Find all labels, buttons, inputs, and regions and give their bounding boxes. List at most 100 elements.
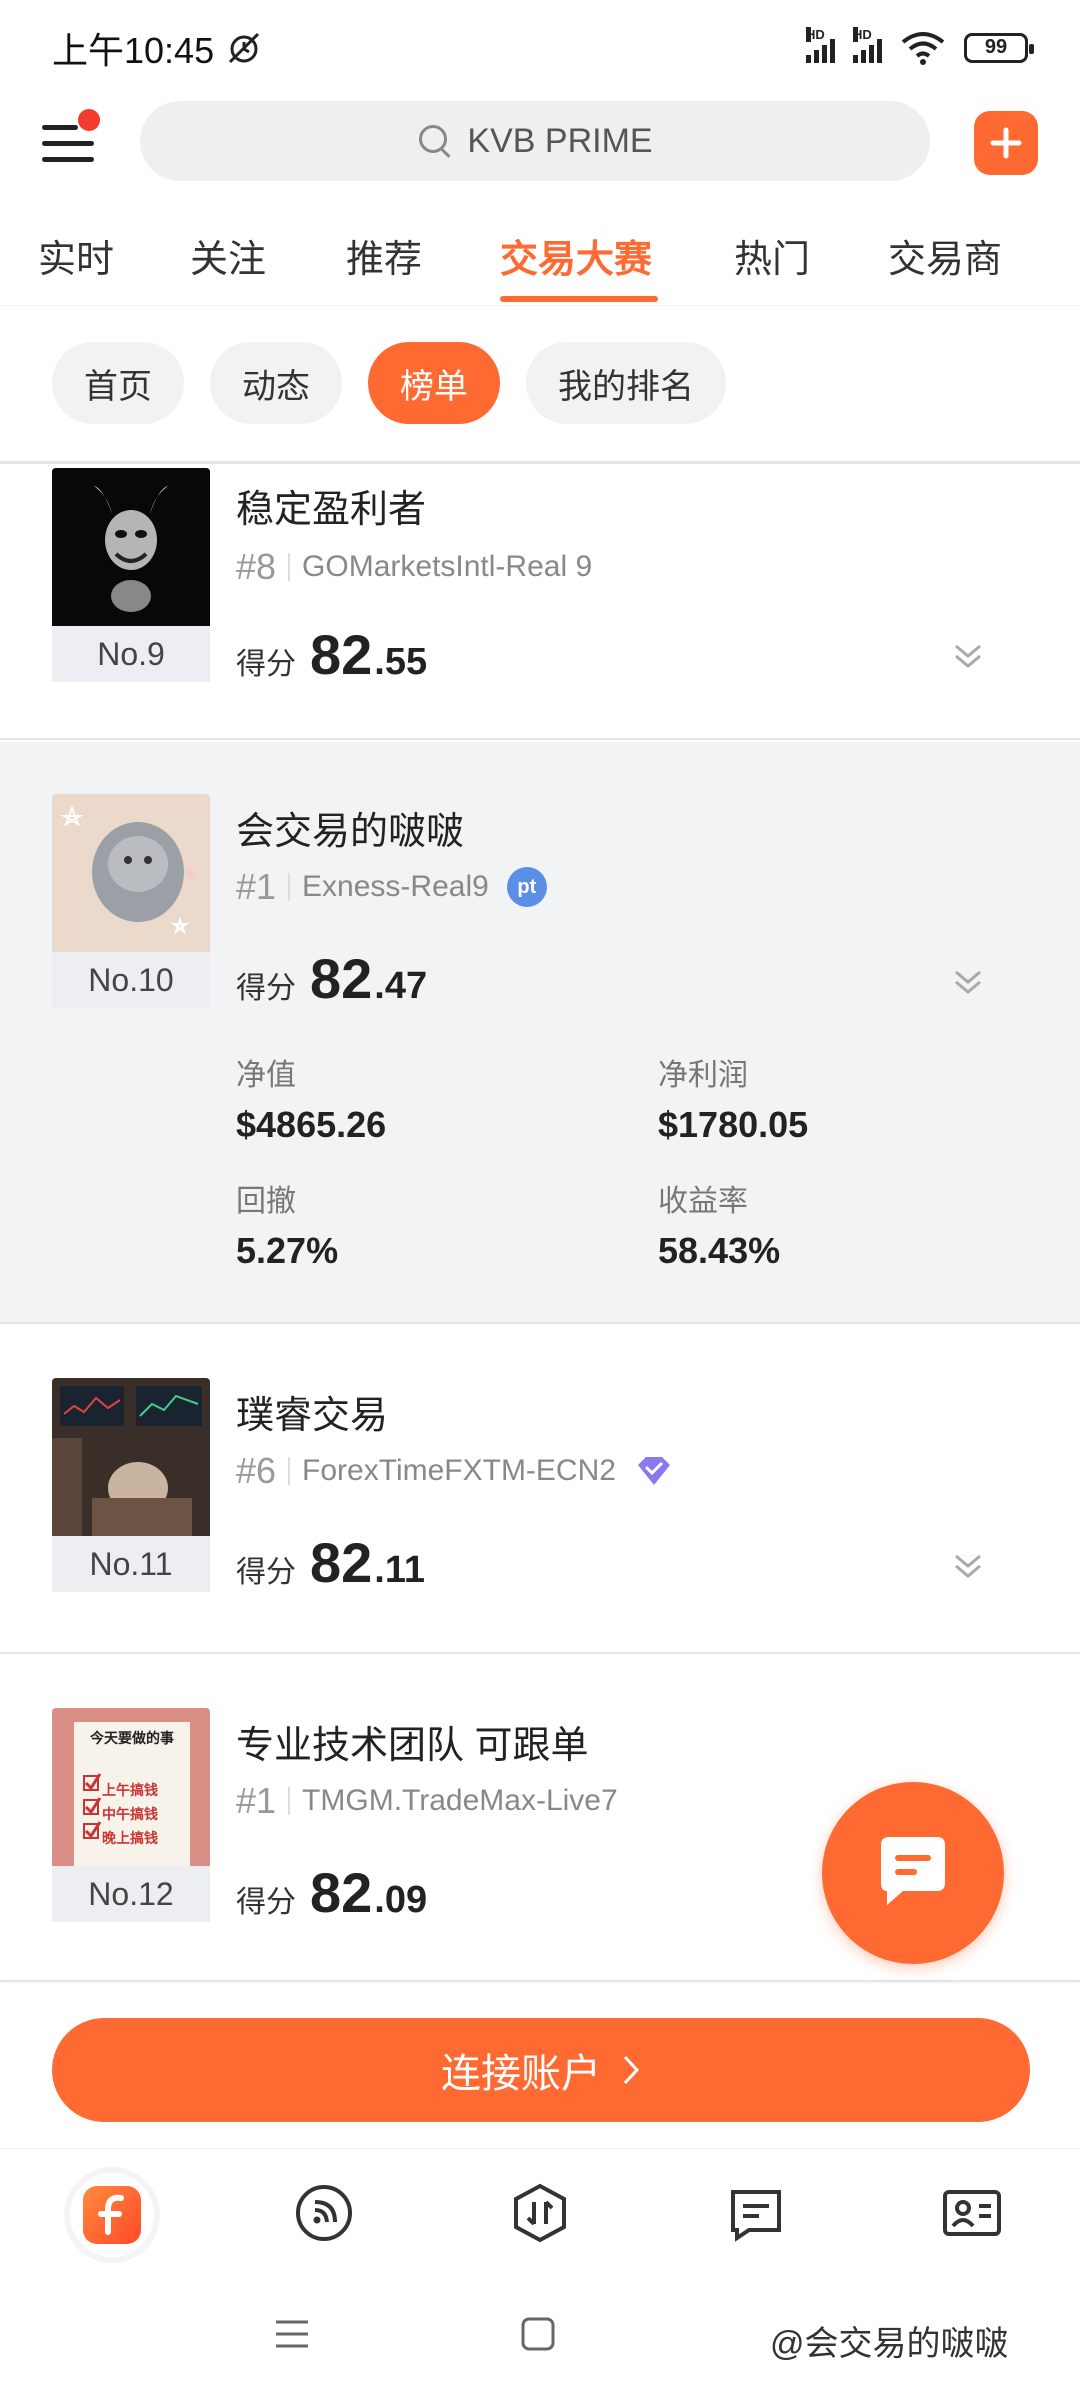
plus-icon (990, 127, 1022, 159)
verified-diamond-icon (637, 1457, 670, 1485)
signal-icon: HD (806, 26, 835, 63)
active-tab-indicator (500, 296, 658, 302)
nav-home[interactable] (70, 2173, 154, 2257)
search-icon (417, 123, 453, 159)
trader-name: 璞睿交易 (236, 1395, 389, 1437)
battery-level: 99 (984, 36, 1008, 58)
tab-trading-contest[interactable]: 交易大赛 (500, 228, 652, 283)
stat-label: 收益率 (658, 1185, 748, 1218)
nav-trade[interactable] (504, 2177, 576, 2249)
notification-dot (78, 109, 100, 131)
home-nav-icon[interactable] (518, 2314, 558, 2354)
connect-account-button[interactable]: 连接账户 (52, 2018, 1030, 2122)
search-placeholder: KVB PRIME (467, 121, 653, 160)
trader-name: 会交易的啵啵 (236, 811, 465, 853)
top-bar: KVB PRIME (0, 95, 1080, 185)
signal-icon-2: HD (853, 26, 882, 63)
score-decimal: .11 (374, 1549, 426, 1591)
account-rank: #8 (236, 546, 277, 587)
recents-icon[interactable] (272, 2314, 312, 2354)
home-icon (83, 2186, 141, 2244)
trader-name: 专业技术团队 可跟单 (236, 1725, 589, 1767)
subtab-home[interactable]: 首页 (52, 342, 184, 424)
score-decimal: .09 (374, 1879, 428, 1921)
score-integer: 82 (310, 947, 373, 1010)
leaderboard-row[interactable]: No.9 稳定盈利者 #8 GOMarketsIntl-Real 9 得分 82… (0, 464, 1080, 740)
trader-meta: #1 Exness-Real9 pt (236, 866, 547, 908)
account-name: Exness-Real9 (302, 870, 489, 903)
status-time: 上午10:45 (52, 29, 215, 71)
score-label: 得分 (236, 972, 296, 1005)
account-rank: #6 (236, 1450, 277, 1491)
account-stats: 净值 $4865.26 净利润 $1780.05 回撤 5.27% 收益率 58… (236, 1050, 1016, 1300)
account-name: TMGM.TradeMax-Live7 (302, 1784, 618, 1817)
rank-label: No.10 (52, 952, 210, 1008)
main-tabs: 实时 关注 推荐 交易大赛 热门 交易商 (0, 212, 1080, 306)
nav-feed[interactable] (288, 2177, 360, 2249)
score-decimal: .47 (374, 965, 428, 1007)
score: 得分 82 .09 (236, 1860, 427, 1925)
add-button[interactable] (974, 111, 1038, 175)
rank-label: No.12 (52, 1866, 210, 1922)
sub-tabs: 首页 动态 榜单 我的排名 (52, 342, 726, 424)
subtab-my-ranking[interactable]: 我的排名 (526, 342, 726, 424)
avatar (52, 468, 210, 626)
score-integer: 82 (310, 1531, 373, 1594)
tab-brokers[interactable]: 交易商 (888, 228, 1002, 283)
chevron-right-icon (623, 2055, 640, 2085)
score-label: 得分 (236, 1556, 296, 1589)
stat-value: 5.27% (236, 1230, 339, 1271)
tab-recommend[interactable]: 推荐 (346, 228, 422, 283)
avatar (52, 794, 210, 952)
pt-badge-icon: pt (506, 867, 547, 907)
leaderboard-row-expanded[interactable]: No.10 会交易的啵啵 #1 Exness-Real9 pt 得分 82 .4… (0, 742, 1080, 1324)
stat-profit: 净利润 $1780.05 (658, 1050, 808, 1146)
avatar: 今天要做的事 上午搞钱 中午搞钱 晚上搞钱 (52, 1708, 210, 1866)
tab-follow[interactable]: 关注 (190, 228, 266, 283)
stat-label: 净利润 (658, 1059, 748, 1092)
score: 得分 82 .55 (236, 622, 427, 687)
nav-messages[interactable] (720, 2177, 792, 2249)
nav-profile[interactable] (936, 2177, 1008, 2249)
subtab-leaderboard[interactable]: 榜单 (368, 342, 500, 424)
connect-bar: 连接账户 (0, 1984, 1080, 2148)
account-name: GOMarketsIntl-Real 9 (302, 550, 593, 583)
score-decimal: .55 (374, 641, 428, 683)
feed-icon (296, 2185, 352, 2241)
bottom-nav (0, 2148, 1080, 2278)
trader-meta: #8 GOMarketsIntl-Real 9 (236, 546, 592, 588)
leaderboard-row[interactable]: No.11 璞睿交易 #6 ForexTimeFXTM-ECN2 得分 82 .… (0, 1326, 1080, 1654)
rank-label: No.11 (52, 1536, 210, 1592)
trade-icon (514, 2183, 566, 2243)
chevron-down-icon[interactable] (948, 1544, 988, 1584)
chat-icon (881, 1837, 945, 1905)
stat-return: 收益率 58.43% (658, 1176, 780, 1272)
message-icon (731, 2190, 781, 2242)
trader-meta: #6 ForexTimeFXTM-ECN2 (236, 1450, 674, 1492)
trader-meta: #1 TMGM.TradeMax-Live7 (236, 1780, 618, 1822)
score: 得分 82 .47 (236, 946, 427, 1011)
stat-equity: 净值 $4865.26 (236, 1050, 386, 1146)
profile-icon (943, 2190, 1001, 2236)
chevron-down-icon[interactable] (948, 960, 988, 1000)
subtab-activity[interactable]: 动态 (210, 342, 342, 424)
stat-value: $1780.05 (658, 1104, 809, 1145)
watermark: @会交易的啵啵 (770, 2325, 1009, 2363)
battery-icon: 99 (964, 32, 1034, 63)
chat-fab-button[interactable] (822, 1782, 1004, 1964)
score-integer: 82 (310, 1861, 373, 1924)
account-rank: #1 (236, 866, 277, 907)
connect-account-label: 连接账户 (441, 2052, 601, 2096)
trader-name: 稳定盈利者 (236, 489, 427, 531)
tab-hot[interactable]: 热门 (734, 228, 810, 283)
stat-value: 58.43% (658, 1230, 781, 1271)
alarm-off-icon (229, 32, 260, 63)
avatar (52, 1378, 210, 1536)
wifi-icon (901, 31, 945, 65)
search-input[interactable]: KVB PRIME (140, 101, 930, 181)
stat-drawdown: 回撤 5.27% (236, 1176, 338, 1272)
tab-realtime[interactable]: 实时 (38, 228, 114, 283)
chevron-down-icon[interactable] (948, 634, 988, 674)
account-name: ForexTimeFXTM-ECN2 (302, 1454, 616, 1487)
score: 得分 82 .11 (236, 1530, 425, 1595)
